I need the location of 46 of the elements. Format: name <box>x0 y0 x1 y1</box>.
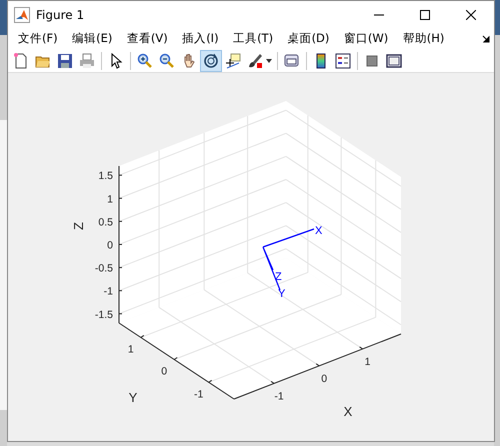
rotate-icon <box>203 52 219 69</box>
new-file-icon <box>13 52 29 69</box>
frame-axis-label: Y <box>278 288 286 300</box>
filled-square-icon <box>364 52 380 69</box>
menu-item[interactable]: 查看(V) <box>120 29 174 48</box>
zoom-in-icon <box>137 52 153 69</box>
app-logo-icon <box>14 6 30 22</box>
menu-item[interactable]: 工具(T) <box>227 29 280 48</box>
legend-icon <box>335 52 351 69</box>
menu-item[interactable]: 文件(F) <box>12 29 64 48</box>
menu-item[interactable]: 窗口(W) <box>338 29 394 48</box>
tick-label: 0 <box>161 365 168 378</box>
tick-label: 0 <box>321 372 328 385</box>
coordinate-frame-drawing <box>262 228 315 291</box>
tick-label: 0.5 <box>98 216 113 228</box>
tick-label: 1 <box>128 343 134 356</box>
menu-item[interactable]: 编辑(E) <box>66 29 118 48</box>
menu-item[interactable]: 插入(I) <box>176 29 225 48</box>
tick-label: 0 <box>107 240 113 252</box>
axis-label: X <box>344 404 352 419</box>
save-icon <box>57 52 73 69</box>
plot-window-icon <box>284 52 300 69</box>
tick-label: 1 <box>364 356 370 368</box>
printer-icon <box>79 52 95 69</box>
menu-item[interactable]: 桌面(D) <box>282 29 336 48</box>
brush-icon <box>247 52 263 69</box>
tick-label: -1.5 <box>94 308 113 321</box>
frame-axis-label: X <box>315 225 322 237</box>
caret-icon[interactable] <box>266 58 272 63</box>
tick-label: 1 <box>107 193 113 206</box>
menu-item[interactable]: 帮助(H) <box>396 29 450 48</box>
tick-label: 1.5 <box>98 170 113 182</box>
window-frame-icon <box>386 52 402 69</box>
maximize-icon <box>420 10 430 20</box>
axis-label: Y <box>128 390 138 405</box>
dock-arrow-icon[interactable] <box>482 34 490 43</box>
tick-label: -1 <box>104 286 113 298</box>
tick-label: -1 <box>274 390 284 402</box>
window-title: Figure 1 <box>36 8 86 22</box>
axis-label: Z <box>71 222 86 230</box>
data-cursor-icon <box>225 52 241 69</box>
zoom-out-icon <box>159 52 175 69</box>
close-icon <box>466 10 476 20</box>
tick-label: -1 <box>194 388 204 400</box>
tick-label: -0.5 <box>94 262 113 275</box>
toolbar-button[interactable] <box>200 50 222 72</box>
